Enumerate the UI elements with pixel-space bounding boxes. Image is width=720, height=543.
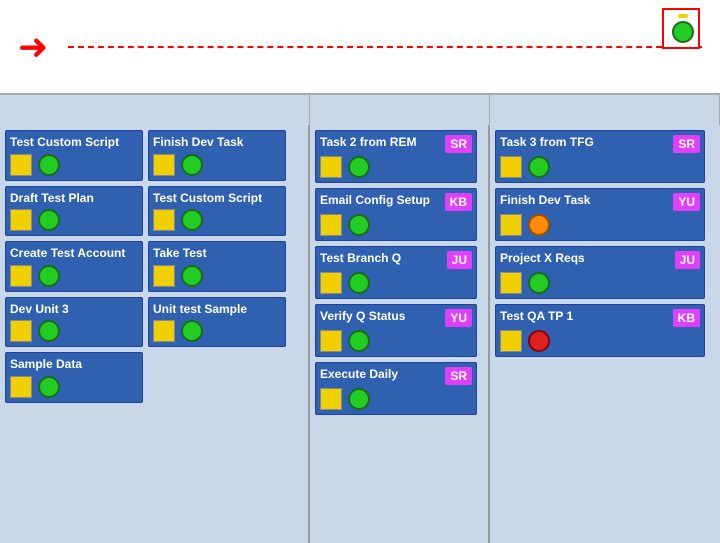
header: ➜ (0, 0, 720, 95)
card-badge: KB (445, 193, 472, 211)
card-yellow-square (500, 214, 522, 236)
todo-header (310, 95, 490, 125)
kanban-card[interactable]: Test Custom Script (5, 130, 143, 181)
card-title: Finish Dev Task (500, 193, 673, 209)
card-status-dot (38, 376, 60, 398)
card-badge: SR (673, 135, 700, 153)
card-yellow-square (500, 272, 522, 294)
card-yellow-square (153, 320, 175, 342)
kanban-card[interactable]: Finish Dev TaskYU (495, 188, 705, 241)
card-yellow-square (500, 330, 522, 352)
card-status-dot (348, 156, 370, 178)
kanban-card[interactable]: Test QA TP 1KB (495, 304, 705, 357)
card-title: Sample Data (10, 357, 138, 373)
express-lane-card (662, 8, 700, 49)
kanban-card[interactable]: Task 3 from TFGSR (495, 130, 705, 183)
kanban-card[interactable]: Dev Unit 3 (5, 297, 143, 348)
column-headers (0, 95, 720, 125)
card-title: Test QA TP 1 (500, 309, 673, 325)
todo-column: Task 2 from REMSREmail Config SetupKBTes… (310, 125, 490, 543)
backlog-header (0, 95, 310, 125)
kanban-card[interactable]: Test Branch QJU (315, 246, 477, 299)
card-status-dot (181, 209, 203, 231)
card-title: Test Custom Script (153, 191, 281, 207)
kanban-card[interactable]: Finish Dev Task (148, 130, 286, 181)
kanban-card[interactable]: Unit test Sample (148, 297, 286, 348)
card-status-dot (38, 209, 60, 231)
card-badge: JU (675, 251, 700, 269)
card-title: Test Branch Q (320, 251, 447, 267)
kanban-card[interactable]: Task 2 from REMSR (315, 130, 477, 183)
card-badge: KB (673, 309, 700, 327)
card-yellow-square (320, 272, 342, 294)
card-yellow-square (10, 265, 32, 287)
card-status-dot (38, 265, 60, 287)
card-title: Email Config Setup (320, 193, 445, 209)
card-yellow-square (320, 214, 342, 236)
card-yellow-square (153, 154, 175, 176)
kanban-card[interactable]: Email Config SetupKB (315, 188, 477, 241)
card-status-dot (528, 156, 550, 178)
card-badge: JU (447, 251, 472, 269)
card-title: Verify Q Status (320, 309, 445, 325)
card-badge: SR (445, 367, 472, 385)
dashed-line (68, 46, 702, 48)
card-yellow-square (320, 388, 342, 410)
card-yellow-square (320, 330, 342, 352)
kanban-card[interactable]: Verify Q StatusYU (315, 304, 477, 357)
card-status-dot (528, 272, 550, 294)
todo-cards: Task 2 from REMSREmail Config SetupKBTes… (310, 125, 488, 543)
card-title: Take Test (153, 246, 281, 262)
card-status-dot (181, 265, 203, 287)
kanban-card[interactable]: Take Test (148, 241, 286, 292)
kanban-card[interactable]: Execute DailySR (315, 362, 477, 415)
card-title: Dev Unit 3 (10, 302, 138, 318)
card-yellow-square (10, 320, 32, 342)
backlog-cards: Test Custom Script Finish Dev Task Draft T… (0, 125, 308, 543)
card-status-dot (348, 214, 370, 236)
card-title: Draft Test Plan (10, 191, 138, 207)
kanban-card[interactable]: Draft Test Plan (5, 186, 143, 237)
express-card-dot (672, 21, 694, 43)
card-status-dot (348, 272, 370, 294)
card-yellow-square (320, 156, 342, 178)
kanban-board: Test Custom Script Finish Dev Task Draft T… (0, 125, 720, 543)
card-badge: YU (445, 309, 472, 327)
card-badge: SR (445, 135, 472, 153)
card-status-dot (528, 214, 550, 236)
card-title: Execute Daily (320, 367, 445, 383)
card-title: Finish Dev Task (153, 135, 281, 151)
card-yellow-square (500, 156, 522, 178)
wip-header (490, 95, 720, 125)
card-title: Unit test Sample (153, 302, 281, 318)
card-title: Test Custom Script (10, 135, 138, 151)
card-yellow-square (10, 209, 32, 231)
card-title: Project X Reqs (500, 251, 675, 267)
card-badge: YU (673, 193, 700, 211)
card-yellow-square (10, 154, 32, 176)
express-card-badge (678, 14, 688, 18)
backlog-column: Test Custom Script Finish Dev Task Draft T… (0, 125, 310, 543)
kanban-card[interactable]: Create Test Account (5, 241, 143, 292)
card-status-dot (38, 320, 60, 342)
kanban-card[interactable]: Test Custom Script (148, 186, 286, 237)
kanban-card[interactable]: Sample Data (5, 352, 143, 403)
arrow-right-icon: ➜ (18, 26, 48, 68)
card-title: Create Test Account (10, 246, 138, 262)
card-status-dot (38, 154, 60, 176)
card-yellow-square (153, 265, 175, 287)
card-status-dot (348, 388, 370, 410)
card-status-dot (181, 320, 203, 342)
card-status-dot (528, 330, 550, 352)
kanban-card[interactable]: Project X ReqsJU (495, 246, 705, 299)
card-status-dot (181, 154, 203, 176)
wip-column: Task 3 from TFGSRFinish Dev TaskYUProjec… (490, 125, 720, 543)
wip-cards: Task 3 from TFGSRFinish Dev TaskYUProjec… (490, 125, 720, 543)
card-title: Task 3 from TFG (500, 135, 673, 151)
card-status-dot (348, 330, 370, 352)
card-yellow-square (10, 376, 32, 398)
card-yellow-square (153, 209, 175, 231)
card-title: Task 2 from REM (320, 135, 445, 151)
